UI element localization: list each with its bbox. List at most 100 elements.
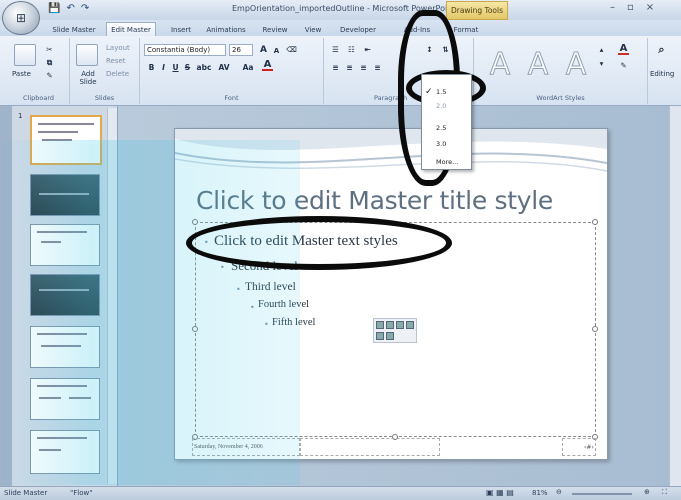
maximize-button[interactable]: ▫	[627, 2, 634, 13]
bullet-icon: •	[220, 263, 225, 272]
tab-animations[interactable]: Animations	[203, 22, 249, 37]
zoom-slider[interactable]	[572, 493, 632, 495]
thumbnail-layout-1[interactable]	[30, 174, 100, 216]
resize-handle[interactable]	[592, 219, 598, 225]
resize-handle[interactable]	[192, 326, 198, 332]
slide-title-placeholder[interactable]: Click to edit Master title style	[196, 186, 553, 215]
mini-toolbar-icon[interactable]	[376, 321, 384, 329]
resize-handle[interactable]	[192, 219, 198, 225]
mini-toolbar[interactable]	[373, 318, 417, 343]
italic-button[interactable]: I	[158, 62, 169, 73]
add-slide-icon[interactable]	[76, 44, 98, 66]
thumbnail-layout-3[interactable]	[30, 274, 100, 316]
character-spacing-button[interactable]: AV	[216, 62, 232, 73]
editing-button[interactable]: Editing	[650, 70, 674, 78]
text-level-3[interactable]: Third level	[245, 281, 296, 293]
save-icon[interactable]: 💾	[48, 3, 60, 14]
minimize-button[interactable]: –	[610, 2, 615, 13]
wordart-style-3[interactable]: A	[560, 46, 592, 82]
context-tool-label: Drawing Tools	[446, 1, 508, 20]
paste-button[interactable]: Paste	[12, 70, 31, 78]
thumbnail-number: 1	[18, 112, 23, 120]
wordart-style-1[interactable]: A	[484, 46, 516, 82]
underline-button[interactable]: U	[170, 62, 181, 73]
numbering-icon[interactable]: ☷	[346, 44, 357, 55]
delete-button[interactable]: Delete	[106, 70, 129, 78]
mini-toolbar-icon[interactable]	[386, 321, 394, 329]
add-slide-button[interactable]: Add Slide	[72, 70, 104, 86]
view-status: Slide Master	[4, 489, 48, 497]
group-clipboard: Paste ✂ ⧉ ✎ Clipboard	[8, 38, 70, 104]
view-buttons-icon[interactable]: ▣ ▦ ▤	[486, 488, 514, 497]
tab-view[interactable]: View	[300, 22, 326, 37]
zoom-level[interactable]: 81%	[532, 489, 548, 497]
zoom-in-icon[interactable]: ⊕	[644, 488, 650, 496]
wordart-group-label: WordArt Styles	[536, 94, 585, 102]
bullets-icon[interactable]: ☰	[330, 44, 341, 55]
tab-review[interactable]: Review	[258, 22, 292, 37]
line-spacing-2-0[interactable]: 2.0	[422, 99, 471, 113]
grow-font-button[interactable]: A	[258, 44, 269, 55]
redo-icon[interactable]: ↷	[81, 3, 89, 14]
font-size-combo[interactable]: 26	[229, 44, 253, 56]
cut-icon[interactable]: ✂	[44, 44, 55, 55]
thumbnail-layout-6[interactable]	[30, 430, 100, 474]
line-spacing-menu[interactable]: ✓ 1.5 2.0 2.5 3.0 More...	[421, 74, 472, 170]
line-spacing-more[interactable]: More...	[422, 155, 471, 169]
format-painter-icon[interactable]: ✎	[44, 70, 55, 81]
mini-toolbar-icon[interactable]	[396, 321, 404, 329]
font-color-button[interactable]: A	[262, 59, 273, 71]
strikethrough-button[interactable]: S	[182, 62, 193, 73]
text-fill-button[interactable]: A	[618, 43, 629, 55]
wordart-style-2[interactable]: A	[522, 46, 554, 82]
align-right-icon[interactable]: ≡	[358, 62, 369, 73]
fit-window-icon[interactable]: ⛶	[662, 488, 667, 497]
thumbnails-scrollbar[interactable]	[107, 108, 117, 484]
layout-button[interactable]: Layout	[106, 44, 130, 52]
align-center-icon[interactable]: ≡	[344, 62, 355, 73]
justify-icon[interactable]: ≡	[372, 62, 383, 73]
wordart-scroll-down-icon[interactable]: ▾	[596, 58, 607, 69]
mini-toolbar-icon[interactable]	[406, 321, 414, 329]
clear-format-icon[interactable]: ⌫	[286, 44, 297, 55]
tab-insert[interactable]: Insert	[165, 22, 197, 37]
thumbnail-layout-5[interactable]	[30, 378, 100, 420]
slide-swoosh-decoration	[175, 129, 607, 172]
bold-button[interactable]: B	[146, 62, 157, 73]
tab-developer[interactable]: Developer	[336, 22, 380, 37]
mini-toolbar-icon[interactable]	[386, 331, 394, 340]
change-case-button[interactable]: Aa	[240, 62, 256, 73]
footer-placeholder[interactable]	[300, 438, 440, 456]
font-name-combo[interactable]: Constantia (Body)	[144, 44, 226, 56]
wordart-scroll-up-icon[interactable]: ▴	[596, 44, 607, 55]
mini-toolbar-icon[interactable]	[376, 331, 384, 340]
thumbnail-layout-4[interactable]	[30, 326, 100, 368]
thumbnail-layout-2[interactable]	[30, 224, 100, 266]
bullet-icon: •	[250, 303, 255, 312]
status-bar: Slide Master "Flow" ▣ ▦ ▤ 81% ⊖ ⊕ ⛶	[0, 486, 681, 500]
resize-handle[interactable]	[592, 326, 598, 332]
reset-button[interactable]: Reset	[106, 57, 126, 65]
text-level-5[interactable]: Fifth level	[272, 317, 315, 328]
text-level-4[interactable]: Fourth level	[258, 299, 309, 310]
find-icon[interactable]: ⌕	[656, 43, 667, 56]
decrease-indent-icon[interactable]: ⇤	[362, 44, 373, 55]
close-button[interactable]: ×	[646, 2, 654, 13]
office-button[interactable]: ⊞	[2, 1, 40, 35]
text-outline-icon[interactable]: ✎	[618, 60, 629, 71]
vertical-scrollbar[interactable]	[669, 106, 681, 486]
line-spacing-2-5[interactable]: 2.5	[422, 121, 471, 135]
thumbnail-master[interactable]	[30, 115, 102, 165]
zoom-out-icon[interactable]: ⊖	[556, 488, 562, 496]
tab-edit-master[interactable]: Edit Master	[106, 22, 156, 37]
paste-icon[interactable]	[14, 44, 36, 66]
shrink-font-button[interactable]: A	[271, 45, 282, 56]
tab-slide-master[interactable]: Slide Master	[50, 22, 98, 37]
undo-icon[interactable]: ↶	[66, 3, 74, 14]
align-left-icon[interactable]: ≡	[330, 62, 341, 73]
line-spacing-1-5[interactable]: ✓ 1.5	[422, 85, 471, 99]
shadow-button[interactable]: abc	[196, 62, 212, 73]
copy-icon[interactable]: ⧉	[44, 57, 55, 68]
clipboard-group-label: Clipboard	[22, 94, 55, 102]
line-spacing-3-0[interactable]: 3.0	[422, 137, 471, 151]
